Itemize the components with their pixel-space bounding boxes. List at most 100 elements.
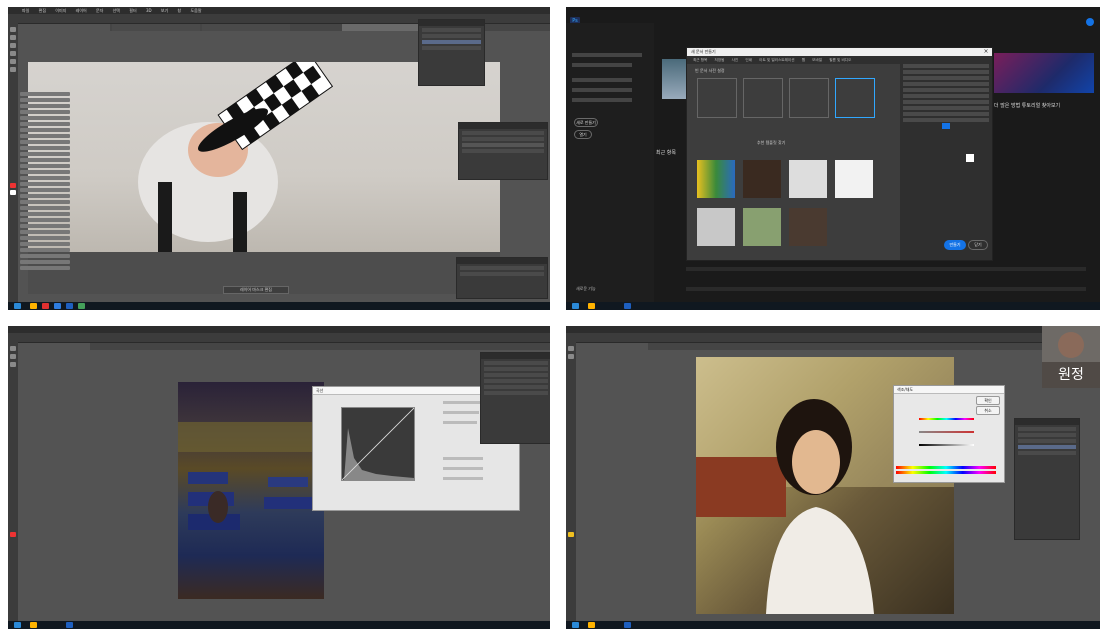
dialog-title: 새 문서 만들기	[687, 48, 992, 56]
canvas-image[interactable]	[178, 382, 324, 599]
canvas-image[interactable]	[28, 51, 500, 252]
preset-tile[interactable]	[789, 78, 829, 118]
move-tool-icon[interactable]	[10, 27, 16, 32]
tab-art[interactable]: 아트 및 일러스트레이션	[759, 58, 794, 62]
recent-thumbnail[interactable]	[662, 59, 686, 99]
cancel-button[interactable]: 취소	[976, 406, 1000, 415]
background-swatch[interactable]	[966, 154, 974, 162]
tab-web[interactable]: 웹	[802, 58, 805, 62]
tab-saved[interactable]: 저장됨	[715, 58, 725, 62]
doc-tab[interactable]	[112, 24, 200, 31]
options-bar	[8, 333, 550, 343]
folder-icon[interactable]	[30, 303, 37, 309]
ok-button[interactable]: 확인	[976, 396, 1000, 405]
template-thumb[interactable]	[789, 160, 827, 198]
lasso-tool-icon[interactable]	[10, 362, 16, 367]
doc-tab[interactable]	[202, 24, 290, 31]
hue-slider[interactable]	[919, 418, 974, 420]
app-icon[interactable]	[42, 303, 49, 309]
menu-bar	[8, 326, 550, 333]
tab-recent[interactable]: 최근 항목	[693, 58, 707, 62]
menu-help[interactable]: 도움말	[190, 8, 201, 13]
template-thumb[interactable]	[743, 208, 781, 246]
folder-icon[interactable]	[30, 622, 37, 628]
app-icon[interactable]	[78, 303, 85, 309]
foreground-color-icon[interactable]	[10, 532, 16, 537]
template-thumb[interactable]	[697, 208, 735, 246]
tab-mobile[interactable]: 모바일	[812, 58, 822, 62]
close-icon[interactable]: ×	[982, 48, 990, 56]
orientation-toggle[interactable]	[942, 123, 950, 129]
more-presets-link[interactable]: 추천 템플릿 찾기	[757, 140, 785, 146]
folder-icon[interactable]	[588, 622, 595, 628]
lightness-slider[interactable]	[919, 444, 974, 446]
doc-tab-active[interactable]	[580, 343, 648, 350]
doc-tab[interactable]	[22, 24, 110, 31]
menu-3d[interactable]: 3D	[146, 8, 152, 13]
move-tool-icon[interactable]	[568, 346, 574, 351]
promo-banner[interactable]	[994, 53, 1094, 93]
menu-type[interactable]: 문자	[96, 8, 103, 13]
document-tabs	[580, 343, 1100, 350]
template-thumb[interactable]	[697, 160, 735, 198]
folder-icon[interactable]	[588, 303, 595, 309]
tab-film[interactable]: 필름 및 비디오	[829, 58, 851, 62]
start-icon[interactable]	[572, 303, 579, 309]
photoshop-icon[interactable]	[66, 622, 73, 628]
close-button[interactable]: 닫기	[968, 240, 988, 250]
foreground-color-icon[interactable]	[10, 183, 16, 188]
curve-graph[interactable]	[341, 407, 415, 481]
status-text: 레이어 마스크 편집	[223, 286, 289, 294]
brush-tool-icon[interactable]	[10, 59, 16, 64]
doc-tab-active[interactable]	[22, 343, 90, 350]
recent-thumbs: 최근 항목	[656, 49, 686, 219]
template-thumb[interactable]	[835, 160, 873, 198]
start-icon[interactable]	[14, 622, 21, 628]
hue-saturation-dialog: 색조/채도 확인 취소	[893, 385, 1005, 483]
menu-image[interactable]: 이미지	[55, 8, 66, 13]
marquee-tool-icon[interactable]	[568, 354, 574, 359]
windows-taskbar	[8, 621, 550, 629]
menu-bar	[566, 326, 1100, 333]
photoshop-icon[interactable]	[624, 622, 631, 628]
menu-file[interactable]: 파일	[22, 8, 29, 13]
preset-tile-selected[interactable]	[835, 78, 875, 118]
preset-tile[interactable]	[697, 78, 737, 118]
properties-panel	[418, 19, 485, 86]
document-tabs	[22, 343, 550, 350]
saturation-slider[interactable]	[919, 431, 974, 433]
toolbox	[8, 23, 18, 302]
menu-window[interactable]: 창	[178, 8, 182, 13]
preset-tile[interactable]	[743, 78, 783, 118]
menu-bar	[566, 7, 1100, 14]
create-button[interactable]: 만들기	[944, 240, 966, 250]
tab-photo[interactable]: 사진	[732, 58, 739, 62]
open-button[interactable]: 열기	[574, 130, 592, 139]
photoshop-icon[interactable]	[66, 303, 73, 309]
tab-print[interactable]: 인쇄	[745, 58, 752, 62]
marquee-tool-icon[interactable]	[10, 354, 16, 359]
windows-taskbar	[566, 621, 1100, 629]
crop-tool-icon[interactable]	[10, 51, 16, 56]
menu-layer[interactable]: 레이어	[76, 8, 87, 13]
menu-filter[interactable]: 필터	[129, 8, 136, 13]
create-new-button[interactable]: 새로 만들기	[574, 118, 598, 127]
background-color-icon[interactable]	[10, 190, 16, 195]
lasso-tool-icon[interactable]	[10, 43, 16, 48]
marquee-tool-icon[interactable]	[10, 35, 16, 40]
start-icon[interactable]	[14, 303, 21, 309]
browser-icon[interactable]	[54, 303, 61, 309]
participant-name: 원정	[1042, 362, 1100, 388]
whats-new-link[interactable]: 새로운 기능	[576, 286, 596, 292]
move-tool-icon[interactable]	[10, 346, 16, 351]
foreground-color-icon[interactable]	[568, 532, 574, 537]
start-icon[interactable]	[572, 622, 579, 628]
photoshop-icon[interactable]	[624, 303, 631, 309]
menu-edit[interactable]: 편집	[39, 8, 46, 13]
avatar[interactable]	[1086, 18, 1094, 26]
template-thumb[interactable]	[789, 208, 827, 246]
eraser-tool-icon[interactable]	[10, 67, 16, 72]
menu-view[interactable]: 보기	[161, 8, 168, 13]
template-thumb[interactable]	[743, 160, 781, 198]
menu-select[interactable]: 선택	[113, 8, 120, 13]
